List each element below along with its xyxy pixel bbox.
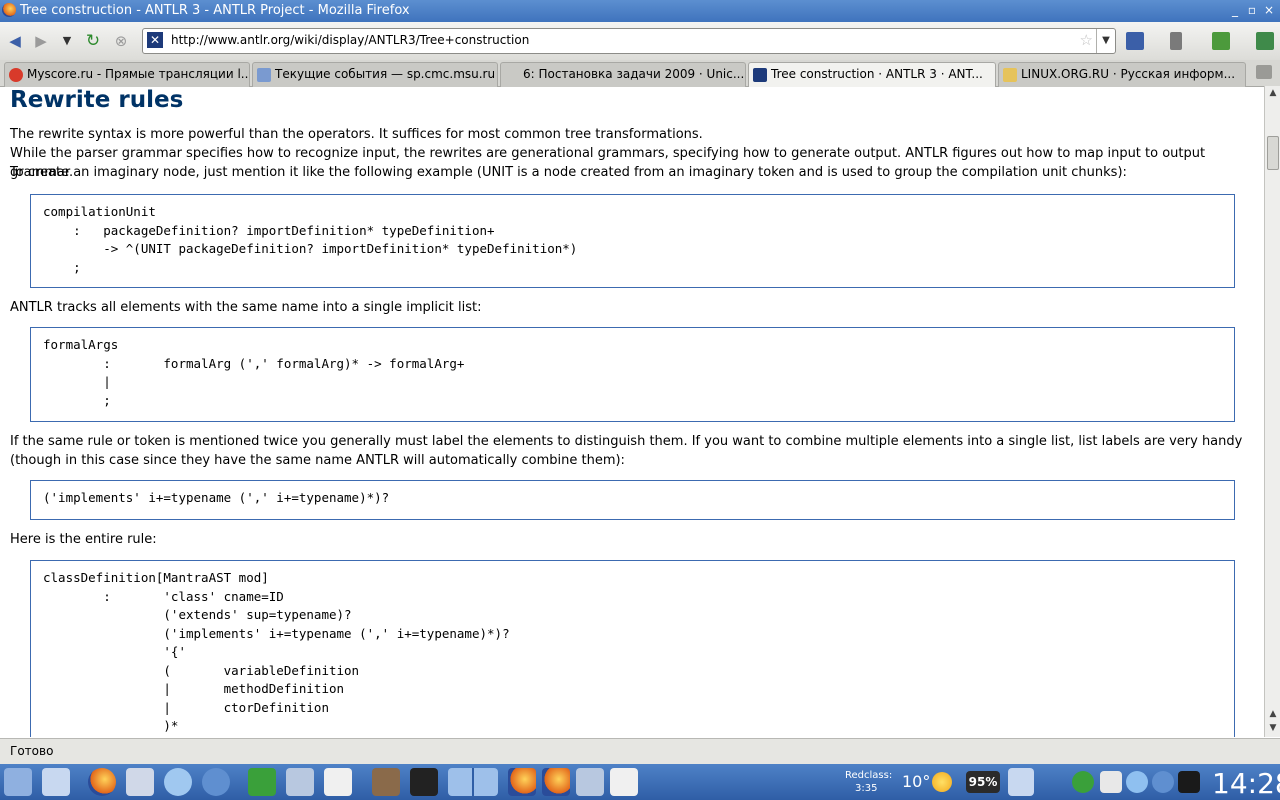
firefox-icon [2,3,16,17]
window-title: Tree construction - ANTLR 3 - ANTLR Proj… [20,3,410,18]
package-icon[interactable] [286,768,314,796]
download-tray-icon[interactable] [1178,771,1200,793]
url-text[interactable]: http://www.antlr.org/wiki/display/ANTLR3… [171,33,529,47]
code-block: formalArgs : formalArg (',' formalArg)* … [30,327,1235,422]
battery-indicator[interactable]: 95% [966,771,1000,793]
code-text: compilationUnit : packageDefinition? imp… [43,204,578,275]
network-tray-icon[interactable] [1152,771,1174,793]
qt-creator-icon[interactable] [248,768,276,796]
tab-favicon-icon [753,68,767,82]
paragraph: The rewrite syntax is more powerful than… [10,127,703,142]
maximize-icon[interactable]: ▫ [1245,3,1259,17]
tab-tree-construction[interactable]: Tree construction · ANTLR 3 · ANT... [748,62,996,87]
back-arrow-icon[interactable]: ◀ [4,30,26,52]
new-tab-icon[interactable] [1256,65,1272,79]
tab-favicon-icon [257,68,271,82]
status-bar: Готово [0,738,1280,765]
tab-linux-org[interactable]: LINUX.ORG.RU · Русская информ... [998,62,1246,87]
firefox-window-icon[interactable] [508,768,536,796]
code-block: ('implements' i+=typename (',' i+=typena… [30,480,1235,520]
tab-label: LINUX.ORG.RU · Русская информ... [1021,67,1236,81]
text-editor-icon[interactable] [324,768,352,796]
firefox-launcher-icon[interactable] [88,768,116,796]
tab-label: 6: Постановка задачи 2009 · Unic... [523,67,745,81]
scroll-thumb[interactable] [1267,136,1279,170]
status-text: Готово [10,744,54,758]
history-dropdown-icon[interactable]: ▼ [56,30,78,52]
scroll-down-icon[interactable]: ▼ [1267,723,1279,735]
tab-favicon-icon [9,68,23,82]
bookmarks-icon[interactable] [1126,32,1144,50]
package-window-icon[interactable] [576,768,604,796]
tab-sp-cmc[interactable]: Текущие события — sp.cmc.msu.ru [252,62,498,87]
navigation-toolbar: ◀ ▶ ▼ ↻ ⊗ ✕ http://www.antlr.org/wiki/di… [0,22,1280,61]
code-text: classDefinition[MantraAST mod] : 'class'… [43,570,510,737]
file-manager-icon[interactable] [4,768,32,796]
address-bar[interactable]: ✕ http://www.antlr.org/wiki/display/ANTL… [142,28,1116,54]
code-text: formalArgs : formalArg (',' formalArg)* … [43,337,465,408]
scroll-up-icon[interactable]: ▲ [1267,709,1279,721]
tab-unic[interactable]: 6: Постановка задачи 2009 · Unic... [500,62,746,87]
forward-arrow-icon[interactable]: ▶ [30,30,52,52]
minimize-icon[interactable]: _ [1228,3,1242,17]
paragraph: ANTLR tracks all elements with the same … [10,300,482,315]
desktop-pager[interactable] [448,768,498,796]
paragraph: Here is the entire rule: [10,532,157,547]
tab-label: Текущие события — sp.cmc.msu.ru [275,67,496,81]
graphics-editor-icon[interactable] [126,768,154,796]
addon-icon[interactable] [1212,32,1230,50]
url-dropdown-icon[interactable]: ▼ [1096,29,1115,53]
firefox-window-icon[interactable] [542,768,570,796]
bookmark-star-icon[interactable]: ☆ [1080,31,1093,49]
terminal-icon[interactable] [410,768,438,796]
weather-label: Redclass: [845,770,893,781]
network-icon[interactable] [202,768,230,796]
app-icon[interactable] [372,768,400,796]
clipboard-icon[interactable] [1008,768,1034,796]
tab-favicon-icon [1003,68,1017,82]
page-content: Rewrite rules The rewrite syntax is more… [0,87,1264,737]
clock: 14:28 [1212,767,1280,800]
editor-window-icon[interactable] [610,768,638,796]
sun-icon [932,772,952,792]
scroll-up-icon[interactable]: ▲ [1267,88,1279,100]
paragraph: (though in this case since they have the… [10,453,625,468]
close-icon[interactable]: × [1262,3,1276,17]
tab-label: Tree construction · ANTLR 3 · ANT... [771,67,983,81]
taskbar: Redclass: 3:35 10° 95% 14:28 [0,764,1280,800]
update-icon[interactable] [1072,771,1094,793]
code-text: ('implements' i+=typename (',' i+=typena… [43,490,390,505]
stop-icon[interactable]: ⊗ [110,30,132,52]
vertical-scrollbar[interactable]: ▲ ▲ ▼ [1264,86,1280,737]
chat-icon[interactable] [1126,771,1148,793]
weather-time: 3:35 [855,783,878,794]
paragraph: If the same rule or token is mentioned t… [10,434,1243,449]
page-icon[interactable] [1170,32,1182,50]
mail-icon[interactable] [1100,771,1122,793]
system-settings-icon[interactable] [42,768,70,796]
paragraph: To create an imaginary node, just mentio… [10,165,1127,180]
reload-icon[interactable]: ↻ [82,30,104,52]
code-block: compilationUnit : packageDefinition? imp… [30,194,1235,288]
code-block: classDefinition[MantraAST mod] : 'class'… [30,560,1235,737]
page-heading: Rewrite rules [10,87,184,113]
tab-bar: Myscore.ru - Прямые трансляции l... Теку… [0,60,1280,87]
messenger-icon[interactable] [164,768,192,796]
download-icon[interactable] [1256,32,1274,50]
tab-label: Myscore.ru - Прямые трансляции l... [27,67,250,81]
temperature: 10° [902,772,931,791]
tab-myscore[interactable]: Myscore.ru - Прямые трансляции l... [4,62,250,87]
window-titlebar: Tree construction - ANTLR 3 - ANTLR Proj… [0,0,1280,22]
site-icon: ✕ [147,32,163,48]
